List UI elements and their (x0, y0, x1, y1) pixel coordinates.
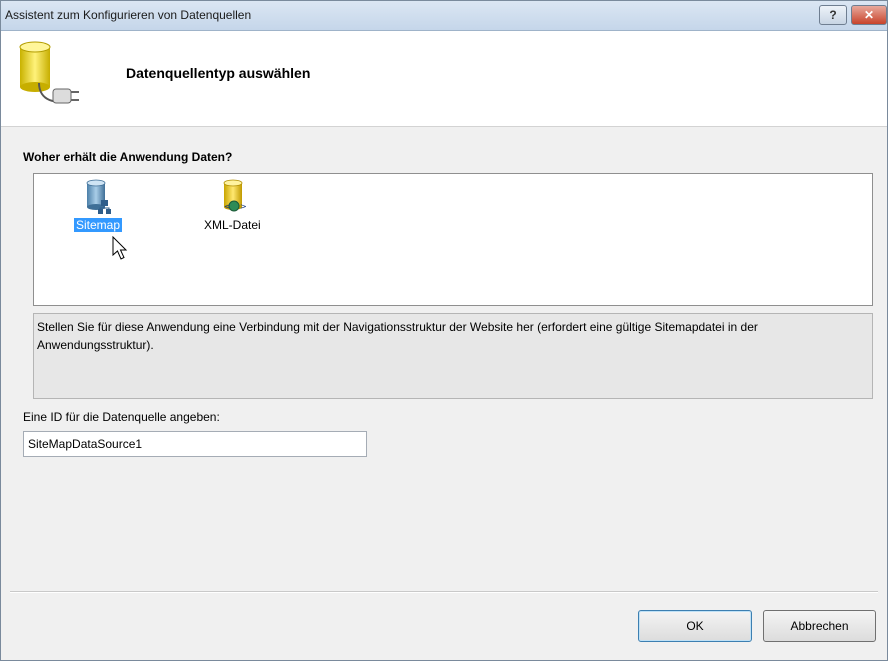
sitemap-database-icon (74, 178, 122, 218)
close-button[interactable]: ✕ (851, 5, 887, 25)
window-title: Assistent zum Konfigurieren von Datenque… (5, 8, 252, 22)
ok-button[interactable]: OK (638, 610, 752, 642)
svg-text:>: > (240, 202, 247, 211)
wizard-dialog: Assistent zum Konfigurieren von Datenque… (0, 0, 888, 661)
database-plug-icon (17, 39, 89, 118)
footer-divider (10, 591, 878, 593)
id-field-label: Eine ID für die Datenquelle angeben: (23, 410, 220, 424)
source-item-label: XML-Datei (204, 218, 261, 232)
wizard-header: Datenquellentyp auswählen (1, 31, 887, 127)
mouse-pointer-icon (112, 235, 130, 265)
source-description: Stellen Sie für diese Anwendung eine Ver… (33, 313, 873, 399)
page-title: Datenquellentyp auswählen (126, 65, 311, 81)
datasource-id-input[interactable] (23, 431, 367, 457)
xml-database-icon: < > (202, 178, 263, 218)
help-button[interactable]: ? (819, 5, 847, 25)
title-bar[interactable]: Assistent zum Konfigurieren von Datenque… (1, 1, 887, 31)
source-question: Woher erhält die Anwendung Daten? (23, 150, 233, 164)
source-item-sitemap[interactable]: Sitemap (74, 178, 123, 232)
cancel-button[interactable]: Abbrechen (763, 610, 876, 642)
source-type-list[interactable]: Sitemap < > XML-Datei (33, 173, 873, 306)
source-item-xml[interactable]: < > XML-Datei (202, 178, 263, 232)
svg-text:<: < (224, 202, 231, 211)
source-item-label: Sitemap (74, 218, 123, 232)
